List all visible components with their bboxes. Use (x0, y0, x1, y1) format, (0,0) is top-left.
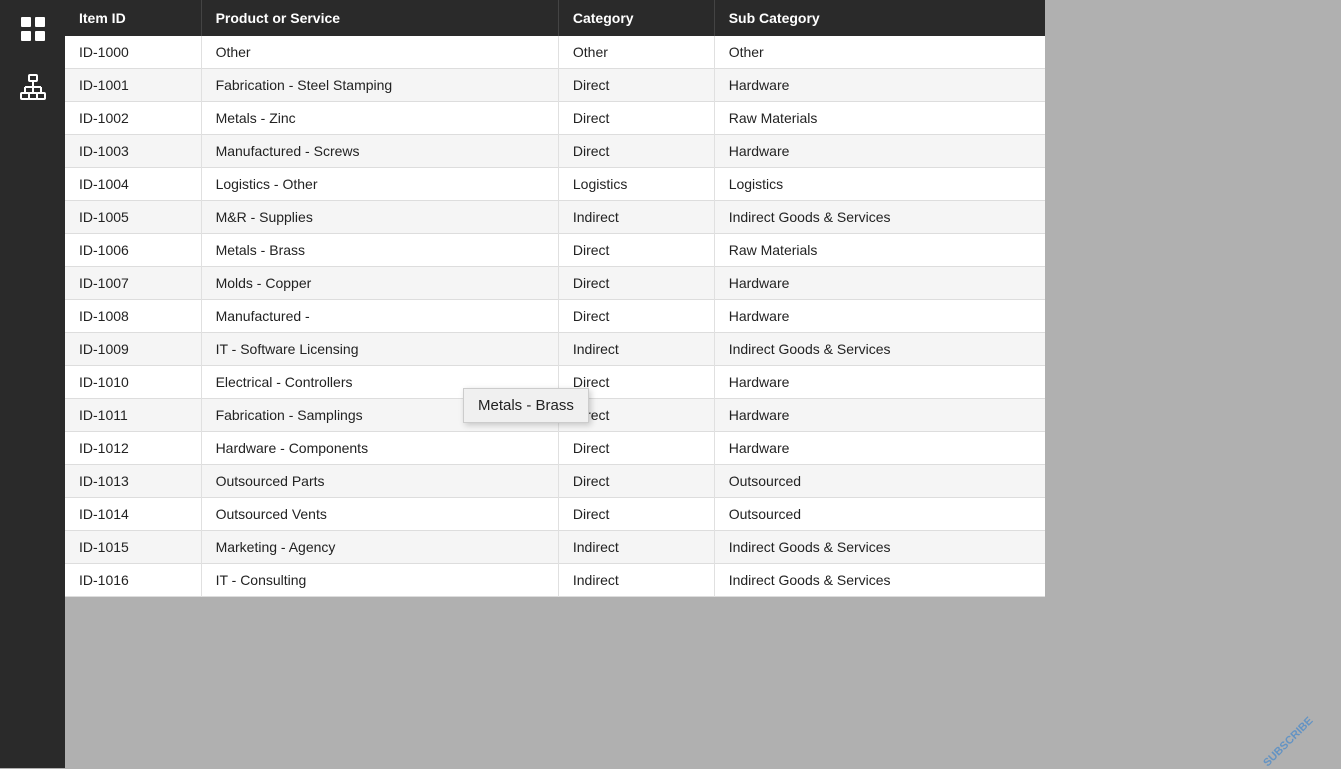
right-area: SUBSCRIBE (1045, 0, 1341, 768)
table-row[interactable]: ID-1009IT - Software LicensingIndirectIn… (65, 333, 1045, 366)
table-row[interactable]: ID-1012Hardware - ComponentsDirectHardwa… (65, 432, 1045, 465)
cell-product: Manufactured - Screws (201, 135, 558, 168)
col-header-item-id: Item ID (65, 0, 201, 36)
cell-item-id: ID-1000 (65, 36, 201, 69)
cell-product: IT - Software Licensing (201, 333, 558, 366)
table-row[interactable]: ID-1003Manufactured - ScrewsDirectHardwa… (65, 135, 1045, 168)
cell-product: Fabrication - Steel Stamping (201, 69, 558, 102)
main-content: Item ID Product or Service Category Sub … (65, 0, 1045, 768)
table-row[interactable]: ID-1004Logistics - OtherLogisticsLogisti… (65, 168, 1045, 201)
cell-category: Direct (558, 432, 714, 465)
cell-category: Direct (558, 498, 714, 531)
cell-item-id: ID-1002 (65, 102, 201, 135)
table-row[interactable]: ID-1001Fabrication - Steel StampingDirec… (65, 69, 1045, 102)
cell-product: Other (201, 36, 558, 69)
cell-category: Indirect (558, 531, 714, 564)
cell-category: Direct (558, 69, 714, 102)
cell-product: Marketing - Agency (201, 531, 558, 564)
cell-subcategory: Hardware (714, 267, 1045, 300)
cell-item-id: ID-1016 (65, 564, 201, 597)
cell-product: M&R - Supplies (201, 201, 558, 234)
cell-product: Manufactured - (201, 300, 558, 333)
cell-item-id: ID-1001 (65, 69, 201, 102)
table-row[interactable]: ID-1000OtherOtherOther (65, 36, 1045, 69)
cell-product: Metals - Zinc (201, 102, 558, 135)
cell-item-id: ID-1010 (65, 366, 201, 399)
cell-item-id: ID-1011 (65, 399, 201, 432)
cell-category: Indirect (558, 564, 714, 597)
cell-item-id: ID-1006 (65, 234, 201, 267)
cell-subcategory: Hardware (714, 135, 1045, 168)
cell-subcategory: Indirect Goods & Services (714, 333, 1045, 366)
sidebar (0, 0, 65, 768)
cell-subcategory: Indirect Goods & Services (714, 531, 1045, 564)
cell-item-id: ID-1014 (65, 498, 201, 531)
cell-category: Direct (558, 234, 714, 267)
watermark: SUBSCRIBE (1261, 715, 1315, 769)
cell-category: Indirect (558, 201, 714, 234)
table-row[interactable]: ID-1006Metals - BrassDirectRaw Materials (65, 234, 1045, 267)
cell-subcategory: Raw Materials (714, 102, 1045, 135)
cell-category: Direct (558, 135, 714, 168)
cell-category: Direct (558, 465, 714, 498)
cell-subcategory: Hardware (714, 300, 1045, 333)
cell-item-id: ID-1003 (65, 135, 201, 168)
cell-product: Outsourced Vents (201, 498, 558, 531)
cell-subcategory: Hardware (714, 366, 1045, 399)
col-header-product: Product or Service (201, 0, 558, 36)
cell-subcategory: Hardware (714, 69, 1045, 102)
cell-category: Logistics (558, 168, 714, 201)
cell-subcategory: Logistics (714, 168, 1045, 201)
cell-product: Outsourced Parts (201, 465, 558, 498)
cell-subcategory: Outsourced (714, 465, 1045, 498)
data-table: Item ID Product or Service Category Sub … (65, 0, 1045, 597)
cell-item-id: ID-1007 (65, 267, 201, 300)
cell-product: Hardware - Components (201, 432, 558, 465)
table-row[interactable]: ID-1015Marketing - AgencyIndirectIndirec… (65, 531, 1045, 564)
cell-category: Direct (558, 102, 714, 135)
cell-product: Molds - Copper (201, 267, 558, 300)
cell-product: Logistics - Other (201, 168, 558, 201)
table-row[interactable]: ID-1002Metals - ZincDirectRaw Materials (65, 102, 1045, 135)
cell-subcategory: Raw Materials (714, 234, 1045, 267)
cell-item-id: ID-1009 (65, 333, 201, 366)
cell-subcategory: Hardware (714, 399, 1045, 432)
table-row[interactable]: ID-1007Molds - CopperDirectHardware (65, 267, 1045, 300)
cell-category: Direct (558, 267, 714, 300)
table-row[interactable]: ID-1014Outsourced VentsDirectOutsourced (65, 498, 1045, 531)
table-row[interactable]: ID-1005M&R - SuppliesIndirectIndirect Go… (65, 201, 1045, 234)
cell-item-id: ID-1008 (65, 300, 201, 333)
cell-item-id: ID-1004 (65, 168, 201, 201)
col-header-subcategory: Sub Category (714, 0, 1045, 36)
col-header-category: Category (558, 0, 714, 36)
cell-item-id: ID-1013 (65, 465, 201, 498)
cell-category: Indirect (558, 333, 714, 366)
cell-subcategory: Indirect Goods & Services (714, 564, 1045, 597)
cell-category: Other (558, 36, 714, 69)
hierarchy-icon[interactable] (14, 68, 52, 106)
cell-product: IT - Consulting (201, 564, 558, 597)
table-row[interactable]: ID-1008Manufactured -DirectHardware (65, 300, 1045, 333)
cell-category: Direct (558, 300, 714, 333)
cell-item-id: ID-1012 (65, 432, 201, 465)
table-container: Item ID Product or Service Category Sub … (65, 0, 1045, 597)
cell-subcategory: Other (714, 36, 1045, 69)
cell-product: Metals - Brass (201, 234, 558, 267)
grid-icon[interactable] (14, 10, 52, 48)
tooltip: Metals - Brass (463, 388, 589, 423)
cell-item-id: ID-1005 (65, 201, 201, 234)
cell-item-id: ID-1015 (65, 531, 201, 564)
table-row[interactable]: ID-1013Outsourced PartsDirectOutsourced (65, 465, 1045, 498)
cell-subcategory: Outsourced (714, 498, 1045, 531)
table-row[interactable]: ID-1016IT - ConsultingIndirectIndirect G… (65, 564, 1045, 597)
cell-subcategory: Hardware (714, 432, 1045, 465)
cell-subcategory: Indirect Goods & Services (714, 201, 1045, 234)
